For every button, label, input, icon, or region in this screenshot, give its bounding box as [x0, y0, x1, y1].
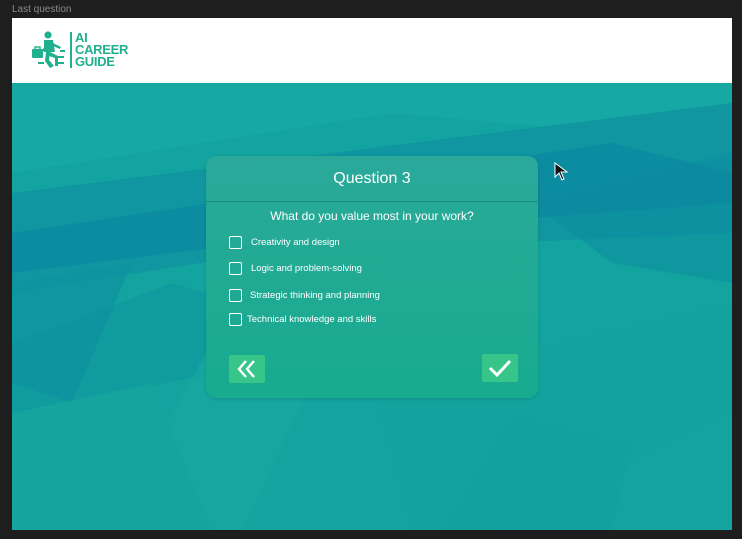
option-creativity[interactable]: Creativity and design — [229, 236, 340, 249]
double-chevron-left-icon — [237, 360, 255, 378]
option-label: Technical knowledge and skills — [247, 314, 377, 325]
option-logic[interactable]: Logic and problem-solving — [229, 262, 362, 275]
logo-wordmark: AI CAREER GUIDE — [70, 31, 128, 69]
option-label: Logic and problem-solving — [251, 263, 362, 274]
logo-person-icon — [32, 31, 65, 68]
option-label: Creativity and design — [251, 237, 340, 248]
question-title: Question 3 — [333, 170, 411, 187]
frame-label: Last question — [12, 4, 72, 15]
header: AI CAREER GUIDE — [12, 18, 732, 83]
back-button[interactable] — [229, 355, 265, 383]
question-card: Question 3 What do you value most in you… — [206, 156, 538, 398]
checkbox[interactable] — [229, 313, 242, 326]
option-technical[interactable]: Technical knowledge and skills — [229, 313, 376, 326]
logo-line-3: GUIDE — [75, 54, 115, 69]
checkbox[interactable] — [229, 289, 242, 302]
submit-button[interactable] — [482, 354, 518, 382]
checkbox[interactable] — [229, 236, 242, 249]
checkbox[interactable] — [229, 262, 242, 275]
mouse-cursor-icon — [554, 162, 569, 181]
option-label: Strategic thinking and planning — [250, 290, 380, 301]
option-strategic[interactable]: Strategic thinking and planning — [229, 289, 380, 302]
artboard: AI CAREER GUIDE Question 3 What do you v… — [12, 18, 732, 530]
logo[interactable]: AI CAREER GUIDE — [28, 28, 128, 72]
question-text: What do you value most in your work? — [270, 209, 474, 223]
checkmark-icon — [488, 359, 512, 378]
title-divider — [206, 201, 538, 202]
